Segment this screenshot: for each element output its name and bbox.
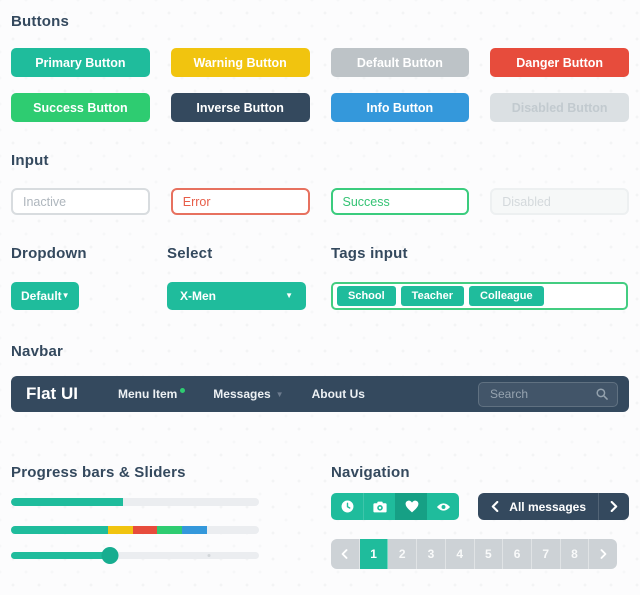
tags-input[interactable]: School Teacher Colleague: [331, 282, 628, 310]
slider-handle[interactable]: [101, 547, 119, 564]
slider[interactable]: [11, 547, 259, 564]
chevron-right-icon[interactable]: [599, 501, 629, 512]
select-section-title: Select: [167, 245, 213, 262]
warning-button[interactable]: Warning Button: [170, 48, 310, 77]
heart-button[interactable]: [395, 493, 427, 520]
buttons-section: Buttons Primary Button Warning Button De…: [11, 13, 629, 122]
camera-icon: [372, 501, 387, 512]
dropdown-button[interactable]: Default ▼: [11, 282, 79, 310]
chevron-left-icon[interactable]: [478, 501, 509, 512]
dropdown-button-label: Default: [21, 289, 62, 303]
progress-segment: [11, 526, 108, 534]
navbar-search: [478, 381, 618, 407]
search-icon[interactable]: [596, 388, 608, 400]
all-messages-label: All messages: [509, 499, 586, 514]
info-button[interactable]: Info Button: [330, 93, 470, 122]
dropdown-section-title: Dropdown: [11, 245, 87, 262]
navigation-row: All messages: [331, 493, 629, 520]
all-messages-button[interactable]: All messages: [478, 493, 629, 520]
chevron-left-icon: [342, 549, 348, 559]
eye-button[interactable]: [427, 493, 459, 520]
progress-section: Progress bars & Sliders: [11, 464, 259, 569]
navbar-section-title: Navbar: [11, 343, 64, 360]
icon-toolbar: [331, 493, 459, 520]
progress-segment: [107, 526, 133, 534]
multicolor-progress-bar: [11, 526, 259, 534]
clock-button[interactable]: [331, 493, 363, 520]
tags-column: Tags input School Teacher Colleague: [331, 245, 629, 310]
navbar: Flat UI Menu Item Messages ▼ About Us: [11, 376, 629, 412]
inactive-input[interactable]: [11, 188, 150, 215]
buttons-section-title: Buttons: [11, 13, 70, 30]
bottom-row: Progress bars & Sliders Navigation All m…: [11, 464, 629, 569]
nav-item-menu-item[interactable]: Menu Item: [117, 387, 186, 401]
pagination-prev[interactable]: [331, 539, 360, 569]
inverse-button[interactable]: Inverse Button: [170, 93, 310, 122]
progress-section-title: Progress bars & Sliders: [11, 464, 186, 481]
navigation-section: Navigation All messages 1 2 3 4 5 6 7 8: [331, 464, 629, 569]
navigation-section-title: Navigation: [331, 464, 410, 481]
dropdown-column: Dropdown Default ▼: [11, 245, 167, 310]
pagination-page[interactable]: 5: [475, 539, 504, 569]
tag-pill[interactable]: Teacher: [400, 286, 465, 306]
default-button[interactable]: Default Button: [330, 48, 470, 77]
disabled-input: [490, 188, 629, 215]
pagination: 1 2 3 4 5 6 7 8: [331, 539, 617, 569]
progress-bar: [11, 498, 259, 506]
pagination-page[interactable]: 7: [532, 539, 561, 569]
select-column: Select X-Men ▼: [167, 245, 331, 310]
pagination-page[interactable]: 2: [388, 539, 418, 569]
chevron-down-icon: ▼: [61, 291, 70, 300]
clock-icon: [341, 500, 353, 513]
select-control[interactable]: X-Men ▼: [167, 282, 306, 310]
pagination-page[interactable]: 6: [503, 539, 532, 569]
progress-segment: [182, 526, 207, 534]
new-indicator-dot: [180, 388, 186, 393]
controls-row: Dropdown Default ▼ Select X-Men ▼ Tags i…: [11, 245, 629, 310]
select-value: X-Men: [180, 289, 216, 303]
tags-section-title: Tags input: [331, 245, 408, 262]
tag-pill[interactable]: School: [337, 286, 396, 306]
pagination-page[interactable]: 3: [417, 539, 446, 569]
error-input[interactable]: [170, 188, 310, 215]
nav-item-label: Messages: [213, 387, 271, 401]
nav-item-messages[interactable]: Messages ▼: [213, 387, 283, 401]
nav-item-label: Menu Item: [117, 387, 178, 401]
progress-segment: [132, 526, 158, 534]
nav-item-label: About Us: [311, 387, 365, 401]
danger-button[interactable]: Danger Button: [490, 48, 629, 77]
pagination-page[interactable]: 4: [446, 539, 475, 569]
slider-track[interactable]: [11, 552, 259, 559]
progress-segment: [157, 526, 183, 534]
success-input[interactable]: [330, 188, 470, 215]
tag-pill[interactable]: Colleague: [469, 286, 544, 306]
nav-item-about-us[interactable]: About Us: [312, 387, 365, 401]
heart-icon: [405, 500, 418, 513]
pagination-next[interactable]: [589, 539, 617, 569]
inputs-grid: [11, 188, 629, 215]
brand-logo[interactable]: Flat UI: [26, 384, 78, 404]
camera-button[interactable]: [363, 493, 395, 520]
slider-tick: [207, 554, 211, 557]
primary-button[interactable]: Primary Button: [11, 48, 150, 77]
input-section: Input: [11, 152, 629, 215]
chevron-down-icon: ▼: [275, 390, 284, 399]
chevron-right-icon: [600, 549, 607, 559]
chevron-down-icon: ▼: [285, 291, 293, 300]
disabled-button: Disabled Button: [490, 93, 629, 122]
eye-icon: [436, 502, 451, 511]
navbar-section: Navbar Flat UI Menu Item Messages ▼ Abou…: [11, 343, 629, 412]
input-section-title: Input: [11, 152, 49, 169]
success-button[interactable]: Success Button: [11, 93, 150, 122]
search-input[interactable]: [488, 386, 596, 402]
buttons-grid: Primary Button Warning Button Default Bu…: [11, 48, 629, 122]
slider-fill: [11, 552, 111, 559]
flat-ui-kit-page: Buttons Primary Button Warning Button De…: [0, 0, 640, 595]
pagination-page[interactable]: 1: [359, 539, 389, 569]
pagination-page[interactable]: 8: [561, 539, 590, 569]
progress-bar-fill: [11, 498, 123, 506]
